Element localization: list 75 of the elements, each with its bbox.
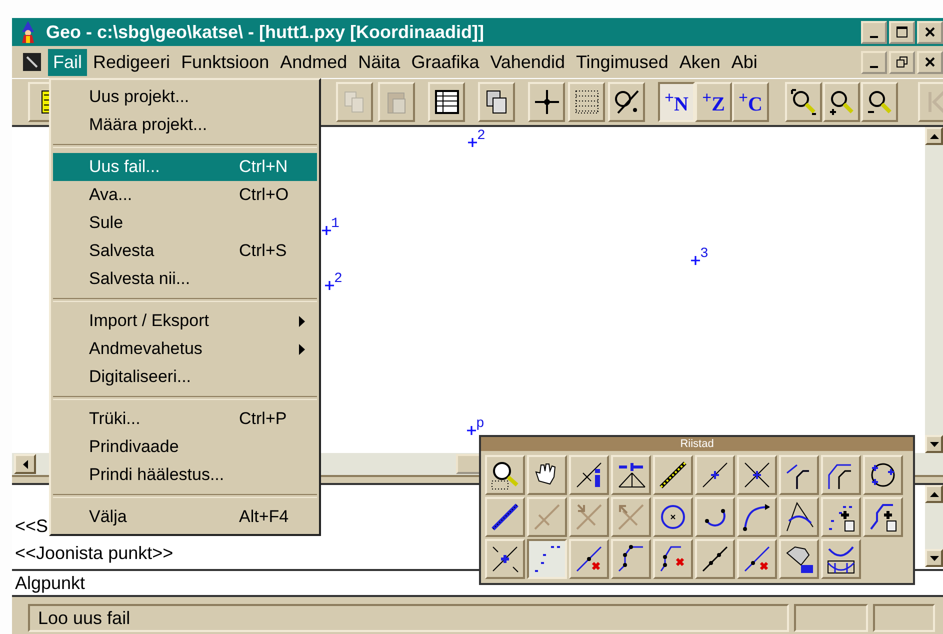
menu-item[interactable]: Andmed (275, 48, 352, 76)
dashed-line-icon (657, 459, 689, 491)
toolbar-button[interactable] (823, 82, 860, 122)
down-arrow-icon (930, 442, 938, 446)
restore-button[interactable] (889, 50, 915, 74)
menu-item[interactable]: Digitaliseeri... (53, 363, 317, 391)
down-arrow-icon (930, 556, 938, 560)
command-line-text: <<S (15, 515, 48, 538)
toolbar-button[interactable]: $^{+}$C (732, 82, 769, 122)
point-marker-icon (467, 426, 476, 435)
menu-item[interactable]: Trüki... Ctrl+P (53, 405, 317, 433)
close-icon (925, 57, 935, 67)
menu-item[interactable]: Funktsioon (176, 48, 274, 76)
status-text: Loo uus fail (28, 604, 790, 632)
zoom-window-icon (489, 459, 521, 491)
point-label: 2 (334, 272, 342, 286)
toolbar-button[interactable] (478, 82, 515, 122)
minimize-button[interactable] (861, 50, 887, 74)
left-arrow-icon (22, 460, 28, 468)
menu-item[interactable]: Uus fail... Ctrl+N (53, 153, 317, 181)
menu-item[interactable]: Uus projekt... (53, 83, 317, 111)
zoom-fit-icon (788, 87, 818, 117)
menu-item[interactable]: Salvesta nii... (53, 265, 317, 293)
menu-item[interactable]: Sule (53, 209, 317, 237)
point-label: 1 (331, 217, 340, 231)
toolbar-button[interactable] (528, 82, 565, 122)
vertical-scrollbar[interactable] (925, 127, 943, 453)
menu-item[interactable]: Prindi häälestus... (53, 461, 317, 489)
menu-item[interactable]: Vahendid (485, 48, 570, 76)
menu-item[interactable]: Abi (726, 48, 762, 76)
up-arrow-icon (930, 134, 938, 138)
point-label: 3 (700, 247, 708, 261)
vertical-scrollbar[interactable] (925, 485, 943, 567)
menu-item[interactable]: Fail (48, 48, 88, 76)
menu-item[interactable]: Salvesta Ctrl+S (53, 237, 317, 265)
menu-item[interactable]: Aken (674, 48, 726, 76)
menu-item[interactable]: Tingimused (570, 48, 674, 76)
toolbar-button[interactable] (785, 82, 822, 122)
maximize-button[interactable] (889, 20, 915, 44)
restore-icon (896, 56, 908, 68)
point-marker-icon (322, 226, 331, 235)
point-label: p (476, 417, 484, 431)
toolbar-button[interactable] (568, 82, 605, 122)
menu-item[interactable]: Redigeeri (88, 48, 176, 76)
maximize-icon (896, 26, 908, 38)
close-button[interactable] (917, 20, 943, 44)
menu-item[interactable]: Import / Eksport (53, 307, 317, 335)
document-icon[interactable] (22, 52, 42, 72)
submenu-arrow-icon (299, 316, 305, 327)
menu-item[interactable]: Ava... Ctrl+O (53, 181, 317, 209)
menu-item[interactable]: Graafika (406, 48, 484, 76)
point-marker-icon (468, 138, 477, 147)
point-marker-icon (691, 256, 700, 265)
close-button[interactable] (917, 50, 943, 74)
submenu-arrow-icon (299, 344, 305, 355)
toolbar-button[interactable] (861, 82, 898, 122)
minimize-icon (870, 36, 878, 38)
toolbar-button[interactable]: $^{+}$N (658, 82, 695, 122)
up-arrow-icon (930, 492, 938, 496)
point-marker-icon (325, 281, 334, 290)
status-pane (873, 604, 935, 632)
toolbar-button[interactable] (428, 82, 465, 122)
menu-item[interactable]: Näita (353, 48, 406, 76)
line-icon (489, 501, 521, 533)
point-label: 2 (477, 129, 486, 143)
menu-item[interactable]: Välja Alt+F4 (53, 503, 317, 531)
minimize-icon (870, 66, 878, 68)
toolbar-button[interactable] (608, 82, 645, 122)
palette-title: Riistad (481, 437, 913, 451)
close-icon (925, 27, 935, 37)
toolbar-button[interactable]: $^{+}$Z (695, 82, 732, 122)
command-line-text: <<Joonista punkt>> (15, 542, 174, 565)
menu-item[interactable]: Andmevahetus (53, 335, 317, 363)
minimize-button[interactable] (861, 20, 887, 44)
window-title: Geo - c:\sbg\geo\katse\ - [hutt1.pxy [Koordinaadid]] (46, 22, 486, 42)
